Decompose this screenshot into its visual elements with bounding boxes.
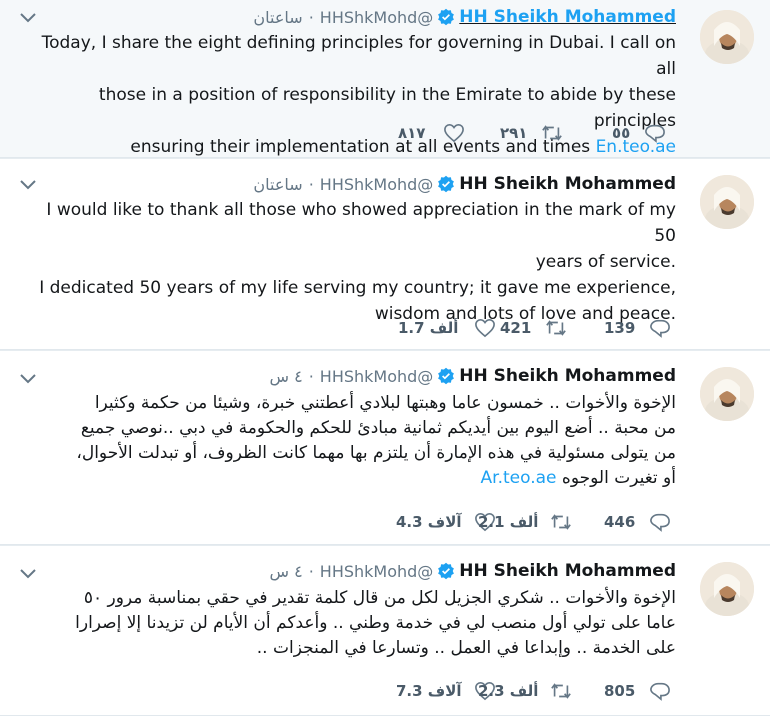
tweet-text-line: Today, I share the eight defining princi… bbox=[41, 33, 676, 79]
tweet-actions: 1.7 ألف 421 139 bbox=[0, 317, 770, 339]
tweet-text-line: I would like to thank all those who show… bbox=[46, 200, 676, 246]
retweet-count: 421 bbox=[500, 319, 532, 337]
like-count: 7.3 آلاف bbox=[396, 682, 462, 700]
reply-button[interactable]: 139 bbox=[604, 318, 671, 338]
like-button[interactable]: 1.7 ألف bbox=[398, 318, 496, 338]
retweet-button[interactable]: 2.3 ألف bbox=[478, 681, 572, 701]
tweet[interactable]: HH Sheikh Mohammed @HHShkMohd · ساعتان T… bbox=[0, 0, 770, 158]
heart-icon bbox=[475, 318, 496, 338]
avatar[interactable] bbox=[700, 367, 754, 421]
tweet-actions: 4.3 آلاف 2.1 ألف 446 bbox=[0, 511, 770, 533]
chevron-down-icon[interactable] bbox=[18, 371, 38, 387]
tweet-time[interactable]: ٤ س bbox=[269, 367, 302, 386]
tweet-text-line: على الخدمة .. وإبداعا في العمل .. وتسارع… bbox=[256, 638, 676, 658]
tweet-header: HH Sheikh Mohammed @HHShkMohd · ٤ س bbox=[269, 558, 676, 584]
reply-icon bbox=[645, 124, 666, 143]
verified-badge-icon bbox=[438, 562, 455, 580]
reply-count: 139 bbox=[604, 319, 636, 337]
reply-count: 805 bbox=[604, 682, 636, 700]
author-name[interactable]: HH Sheikh Mohammed bbox=[459, 174, 676, 194]
verified-badge-icon bbox=[438, 8, 455, 26]
tweet-text: الإخوة والأخوات .. خمسون عاما وهبتها لبل… bbox=[16, 391, 676, 491]
tweet-text-line: من يتولى مسئولية في هذه الإمارة أن يلتزم… bbox=[76, 443, 676, 463]
tweet-actions: 7.3 آلاف 2.3 ألف 805 bbox=[0, 680, 770, 702]
tweet-header: HH Sheikh Mohammed @HHShkMohd · ساعتان bbox=[253, 4, 676, 30]
verified-badge-icon bbox=[438, 367, 455, 385]
retweet-count: ٢٩١ bbox=[500, 124, 528, 142]
like-button[interactable]: ٨١٧ bbox=[398, 123, 465, 143]
avatar[interactable] bbox=[700, 175, 754, 229]
reply-button[interactable]: 446 bbox=[604, 512, 671, 532]
retweet-count: 2.1 ألف bbox=[478, 513, 539, 531]
like-count: 4.3 آلاف bbox=[396, 513, 462, 531]
tweet-text-line: I dedicated 50 years of my life serving … bbox=[39, 278, 676, 298]
reply-count: 446 bbox=[604, 513, 636, 531]
retweet-button[interactable]: 2.1 ألف bbox=[478, 512, 572, 532]
chevron-down-icon[interactable] bbox=[18, 566, 38, 582]
tweet-text: I would like to thank all those who show… bbox=[36, 197, 676, 327]
author-name[interactable]: HH Sheikh Mohammed bbox=[459, 561, 676, 581]
retweet-button[interactable]: ٢٩١ bbox=[500, 123, 563, 143]
separator-dot: · bbox=[308, 174, 314, 194]
author-name[interactable]: HH Sheikh Mohammed bbox=[459, 366, 676, 386]
author-handle[interactable]: @HHShkMohd bbox=[320, 367, 434, 386]
retweet-icon bbox=[546, 320, 567, 336]
tweet[interactable]: HH Sheikh Mohammed @HHShkMohd · ساعتان I… bbox=[0, 159, 770, 350]
reply-count: ٥٥ bbox=[612, 124, 631, 142]
tweet-text-line: عاما على تولي أول منصب لي في خدمة وطني .… bbox=[75, 613, 676, 633]
reply-button[interactable]: 805 bbox=[604, 681, 671, 701]
tweet-text-line: أو تغيرت الوجوه Ar.teo.ae bbox=[16, 466, 676, 491]
tweet-link[interactable]: Ar.teo.ae bbox=[481, 468, 557, 488]
tweet-time[interactable]: ساعتان bbox=[253, 175, 302, 194]
retweet-count: 2.3 ألف bbox=[478, 682, 539, 700]
tweet-time[interactable]: ٤ س bbox=[269, 562, 302, 581]
tweet-text-line: الإخوة والأخوات .. شكري الجزيل لكل من قا… bbox=[83, 588, 676, 608]
separator-dot: · bbox=[308, 7, 314, 27]
avatar[interactable] bbox=[700, 10, 754, 64]
reply-icon bbox=[650, 319, 671, 338]
separator-dot: · bbox=[308, 561, 314, 581]
verified-badge-icon bbox=[438, 175, 455, 193]
author-handle[interactable]: @HHShkMohd bbox=[320, 175, 434, 194]
tweet[interactable]: HH Sheikh Mohammed @HHShkMohd · ٤ س الإخ… bbox=[0, 546, 770, 716]
chevron-down-icon[interactable] bbox=[18, 177, 38, 193]
timeline: HH Sheikh Mohammed @HHShkMohd · ساعتان T… bbox=[0, 0, 770, 716]
retweet-button[interactable]: 421 bbox=[500, 318, 567, 338]
reply-button[interactable]: ٥٥ bbox=[612, 123, 666, 143]
tweet-header: HH Sheikh Mohammed @HHShkMohd · ساعتان bbox=[253, 171, 676, 197]
heart-icon bbox=[444, 123, 465, 143]
tweet-actions: ٨١٧ ٢٩١ ٥٥ bbox=[0, 122, 770, 144]
reply-icon bbox=[650, 513, 671, 532]
tweet-text-line: من محبة .. أضع اليوم بين أيديكم ثمانية م… bbox=[80, 418, 676, 438]
tweet[interactable]: HH Sheikh Mohammed @HHShkMohd · ٤ س الإخ… bbox=[0, 351, 770, 545]
tweet-text-segment: أو تغيرت الوجوه bbox=[561, 468, 676, 488]
tweet-text-line: years of service. bbox=[535, 252, 676, 272]
tweet-time[interactable]: ساعتان bbox=[253, 8, 302, 27]
avatar[interactable] bbox=[700, 562, 754, 616]
tweet-text: الإخوة والأخوات .. شكري الجزيل لكل من قا… bbox=[16, 586, 676, 661]
author-handle[interactable]: @HHShkMohd bbox=[320, 562, 434, 581]
retweet-icon bbox=[551, 514, 572, 530]
retweet-icon bbox=[542, 125, 563, 141]
author-name[interactable]: HH Sheikh Mohammed bbox=[459, 7, 676, 27]
retweet-icon bbox=[551, 683, 572, 699]
chevron-down-icon[interactable] bbox=[18, 10, 38, 26]
tweet-text-line: الإخوة والأخوات .. خمسون عاما وهبتها لبل… bbox=[94, 393, 676, 413]
author-handle[interactable]: @HHShkMohd bbox=[320, 8, 434, 27]
like-count: ٨١٧ bbox=[398, 124, 426, 142]
reply-icon bbox=[650, 682, 671, 701]
like-count: 1.7 ألف bbox=[398, 319, 459, 337]
tweet-header: HH Sheikh Mohammed @HHShkMohd · ٤ س bbox=[269, 363, 676, 389]
separator-dot: · bbox=[308, 366, 314, 386]
